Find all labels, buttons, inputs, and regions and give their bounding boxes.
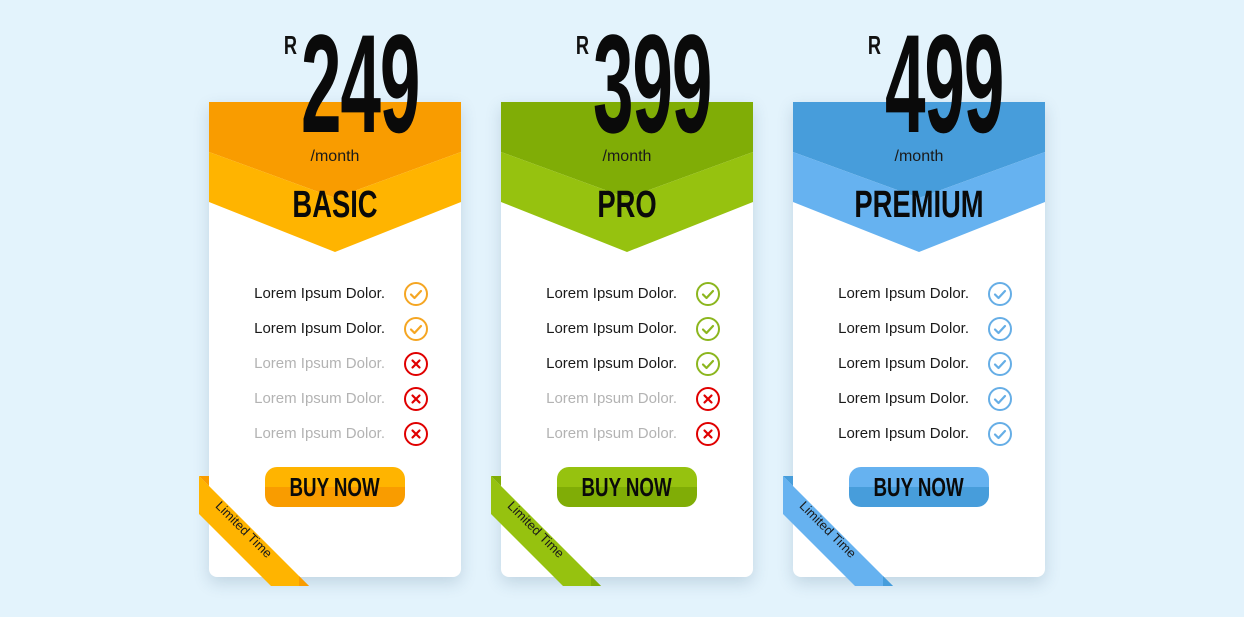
price-period: /month	[894, 148, 944, 165]
feature-item: Lorem Ipsum Dolor.	[501, 416, 753, 451]
price-amount: 399	[593, 5, 712, 162]
plan-name: PRO	[597, 184, 657, 226]
feature-text: Lorem Ipsum Dolor.	[546, 355, 677, 372]
price: R399	[501, 5, 753, 162]
check-icon	[988, 351, 1012, 376]
plan-name: BASIC	[292, 184, 378, 226]
feature-item: Lorem Ipsum Dolor.	[793, 346, 1045, 381]
feature-item: Lorem Ipsum Dolor.	[793, 416, 1045, 451]
feature-item: Lorem Ipsum Dolor.	[793, 381, 1045, 416]
feature-item: Lorem Ipsum Dolor.	[209, 346, 461, 381]
feature-item: Lorem Ipsum Dolor.	[501, 276, 753, 311]
feature-list: Lorem Ipsum Dolor. Lorem Ipsum Dolor. Lore…	[793, 276, 1045, 451]
feature-text: Lorem Ipsum Dolor.	[838, 425, 969, 442]
feature-text: Lorem Ipsum Dolor.	[546, 390, 677, 407]
feature-item: Lorem Ipsum Dolor.	[793, 276, 1045, 311]
limited-time-ribbon: Limited Time	[491, 476, 601, 588]
feature-item: Lorem Ipsum Dolor.	[209, 311, 461, 346]
feature-text: Lorem Ipsum Dolor.	[838, 320, 969, 337]
feature-list: Lorem Ipsum Dolor. Lorem Ipsum Dolor. Lore…	[501, 276, 753, 451]
check-icon	[988, 386, 1012, 411]
feature-list: Lorem Ipsum Dolor. Lorem Ipsum Dolor. Lore…	[209, 276, 461, 451]
feature-item: Lorem Ipsum Dolor.	[501, 311, 753, 346]
price-currency: R	[283, 30, 297, 60]
price-currency: R	[575, 30, 589, 60]
check-icon	[404, 316, 428, 341]
feature-text: Lorem Ipsum Dolor.	[254, 320, 385, 337]
feature-text: Lorem Ipsum Dolor.	[838, 355, 969, 372]
feature-text: Lorem Ipsum Dolor.	[254, 355, 385, 372]
feature-item: Lorem Ipsum Dolor.	[209, 381, 461, 416]
feature-text: Lorem Ipsum Dolor.	[254, 425, 385, 442]
pricing-card-pro: R399 /month PRO Lorem Ipsum Dolor. Lorem …	[491, 14, 753, 586]
feature-item: Lorem Ipsum Dolor.	[501, 346, 753, 381]
feature-item: Lorem Ipsum Dolor.	[793, 311, 1045, 346]
feature-text: Lorem Ipsum Dolor.	[546, 285, 677, 302]
check-icon	[988, 316, 1012, 341]
feature-text: Lorem Ipsum Dolor.	[254, 285, 385, 302]
cross-icon	[404, 386, 428, 411]
check-icon	[696, 281, 720, 306]
limited-time-ribbon: Limited Time	[783, 476, 893, 588]
pricing-card-premium: R499 /month PREMIUM Lorem Ipsum Dolor. Lo…	[783, 14, 1045, 586]
price-amount: 499	[885, 5, 1004, 162]
cross-icon	[696, 421, 720, 446]
price-period: /month	[602, 148, 652, 165]
cross-icon	[404, 421, 428, 446]
price: R499	[793, 5, 1045, 162]
feature-text: Lorem Ipsum Dolor.	[546, 320, 677, 337]
price: R249	[209, 5, 461, 162]
plan-name: PREMIUM	[854, 184, 984, 226]
price-period: /month	[310, 148, 360, 165]
check-icon	[988, 281, 1012, 306]
price-currency: R	[867, 30, 881, 60]
pricing-card-basic: R249 /month BASIC Lorem Ipsum Dolor. Lore…	[199, 14, 461, 586]
feature-item: Lorem Ipsum Dolor.	[501, 381, 753, 416]
check-icon	[696, 351, 720, 376]
check-icon	[404, 281, 428, 306]
limited-time-ribbon: Limited Time	[199, 476, 309, 588]
feature-item: Lorem Ipsum Dolor.	[209, 416, 461, 451]
check-icon	[988, 421, 1012, 446]
cross-icon	[404, 351, 428, 376]
feature-text: Lorem Ipsum Dolor.	[838, 390, 969, 407]
feature-text: Lorem Ipsum Dolor.	[838, 285, 969, 302]
feature-text: Lorem Ipsum Dolor.	[546, 425, 677, 442]
cross-icon	[696, 386, 720, 411]
feature-item: Lorem Ipsum Dolor.	[209, 276, 461, 311]
check-icon	[696, 316, 720, 341]
price-amount: 249	[301, 5, 420, 162]
feature-text: Lorem Ipsum Dolor.	[254, 390, 385, 407]
